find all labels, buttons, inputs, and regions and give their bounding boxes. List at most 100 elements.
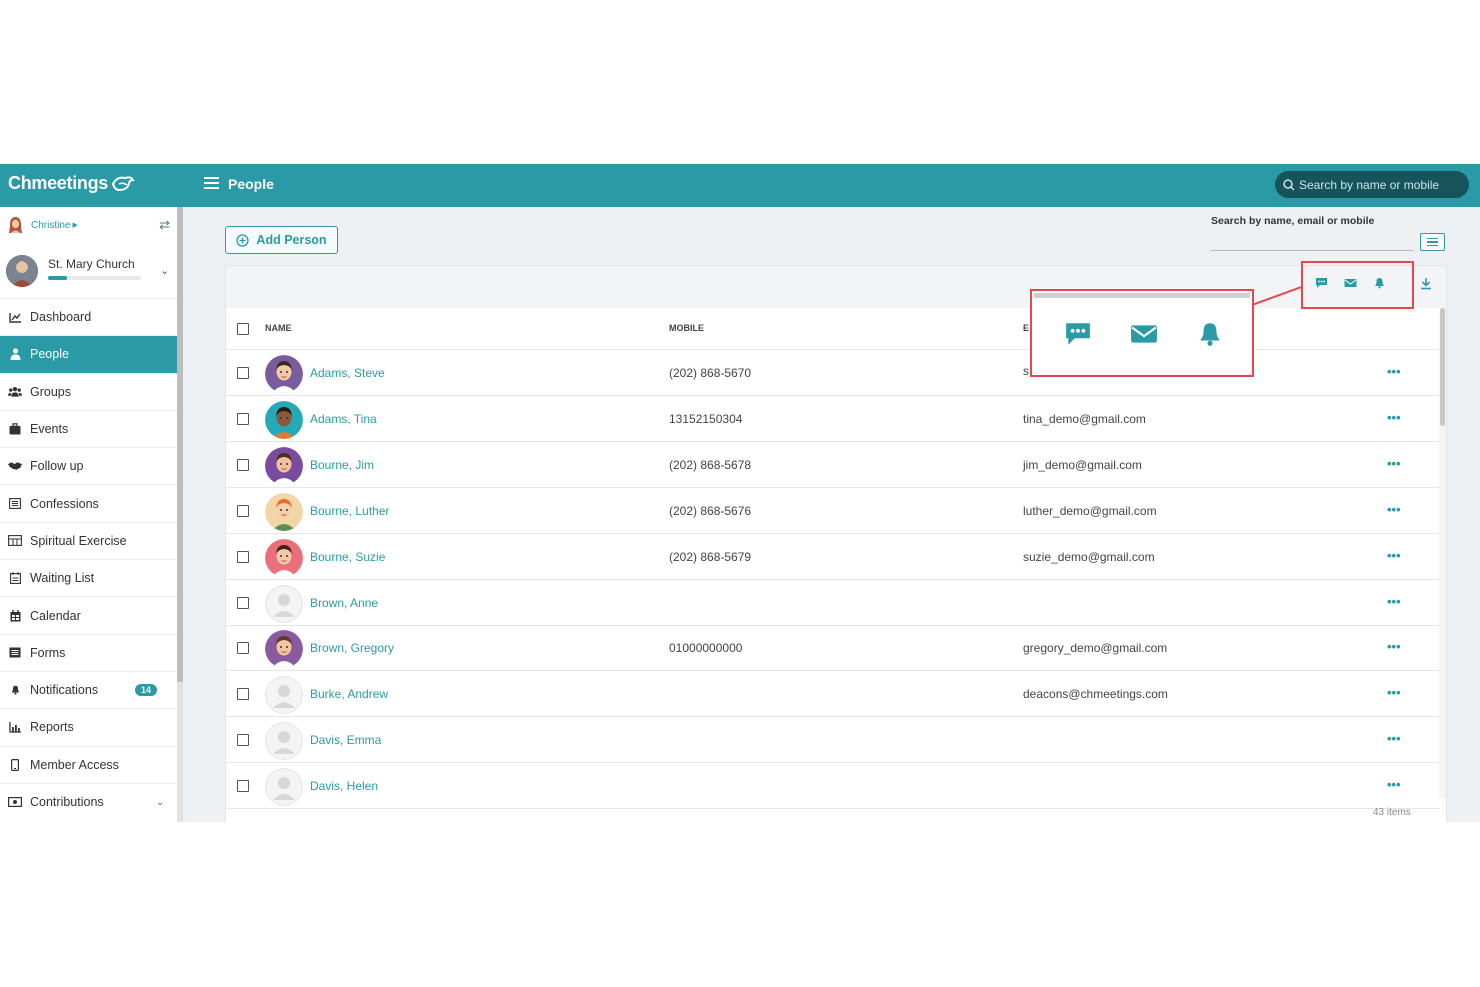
table-row[interactable]: Bourne, Luther (202) 868-5676 luther_demo@… [226, 488, 1440, 534]
chevron-down-icon[interactable]: ⌄ [160, 264, 169, 277]
sidebar-item-groups[interactable]: Groups [0, 372, 177, 410]
row-menu-icon[interactable]: ••• [1387, 364, 1401, 379]
row-menu-icon[interactable]: ••• [1387, 456, 1401, 471]
row-menu-icon[interactable]: ••• [1387, 639, 1401, 654]
hamburger-menu-icon[interactable] [204, 177, 219, 190]
table-row[interactable]: Burke, Andrew deacons@chmeetings.com ••• [226, 671, 1440, 718]
user-switcher[interactable]: Christine ▶ ⇄ [8, 215, 170, 235]
filter-button[interactable] [1420, 233, 1445, 251]
avatar[interactable] [265, 538, 303, 577]
table-row[interactable]: Davis, Emma ••• [226, 717, 1440, 764]
add-person-button[interactable]: Add Person [225, 226, 338, 254]
row-checkbox[interactable] [237, 642, 249, 655]
email-icon[interactable] [1130, 321, 1158, 347]
sidebar-item-label: Contributions [30, 795, 104, 809]
avatar[interactable] [265, 492, 303, 531]
person-mobile: (202) 868-5670 [669, 366, 752, 380]
avatar[interactable] [265, 355, 303, 393]
avatar[interactable] [265, 722, 303, 761]
sidebar-item-waiting-list[interactable]: Waiting List [0, 559, 177, 596]
sidebar-item-member-access[interactable]: Member Access [0, 745, 177, 783]
row-menu-icon[interactable]: ••• [1387, 502, 1401, 517]
column-email[interactable]: E [1023, 323, 1029, 333]
bell-icon[interactable] [1196, 321, 1224, 347]
person-name-link[interactable]: Adams, Steve [310, 366, 385, 380]
person-name-link[interactable]: Brown, Gregory [310, 641, 394, 655]
person-name-link[interactable]: Brown, Anne [310, 596, 378, 610]
person-name-link[interactable]: Burke, Andrew [310, 687, 388, 701]
items-count: 43 items [1373, 807, 1411, 818]
row-checkbox[interactable] [237, 688, 249, 701]
calendar-icon [8, 609, 22, 622]
table-row[interactable]: Adams, Tina 13152150304 tina_demo@gmail.co… [226, 396, 1440, 442]
person-name-link[interactable]: Davis, Helen [310, 779, 378, 793]
row-menu-icon[interactable]: ••• [1387, 685, 1401, 700]
sidebar-item-events[interactable]: Events [0, 409, 177, 447]
highlight-box [1301, 261, 1414, 309]
sidebar-item-contributions[interactable]: Contributions ⌄ [0, 782, 177, 820]
sidebar-item-label: Reports [30, 720, 74, 735]
sidebar-item-forms[interactable]: Forms [0, 633, 177, 671]
avatar[interactable] [265, 768, 303, 807]
person-name-link[interactable]: Bourne, Luther [310, 504, 389, 518]
row-checkbox[interactable] [237, 734, 249, 747]
row-menu-icon[interactable]: ••• [1387, 777, 1401, 792]
table-row[interactable]: Brown, Anne ••• [226, 580, 1440, 626]
download-icon[interactable] [1420, 277, 1432, 290]
sidebar-item-people[interactable]: People [0, 335, 177, 373]
sidebar-item-dashboard[interactable]: Dashboard [0, 298, 177, 335]
table-row[interactable]: Adams, Steve (202) 868-5670 s ••• [226, 350, 1440, 396]
avatar[interactable] [265, 630, 303, 669]
table-row[interactable]: Bourne, Suzie (202) 868-5679 suzie_demo@gm… [226, 534, 1440, 580]
row-menu-icon[interactable]: ••• [1387, 410, 1401, 425]
row-checkbox[interactable] [237, 504, 249, 517]
avatar[interactable] [265, 446, 303, 485]
row-menu-icon[interactable]: ••• [1387, 594, 1401, 609]
avatar[interactable] [265, 676, 303, 715]
column-name[interactable]: NAME [265, 323, 292, 333]
table-scrollbar[interactable] [1439, 308, 1446, 798]
sidebar-item-calendar[interactable]: Calendar [0, 596, 177, 633]
row-checkbox[interactable] [237, 412, 249, 425]
row-checkbox[interactable] [237, 367, 249, 379]
row-checkbox[interactable] [237, 780, 249, 793]
select-all-checkbox[interactable] [237, 323, 249, 335]
search-field[interactable] [1210, 250, 1414, 251]
row-menu-icon[interactable]: ••• [1387, 548, 1401, 563]
sidebar-item-label: Spiritual Exercise [30, 533, 127, 548]
sidebar-item-follow-up[interactable]: Follow up [0, 447, 177, 484]
table-row[interactable]: Brown, Gregory 01000000000 gregory_demo@gm… [226, 625, 1440, 672]
row-checkbox[interactable] [237, 550, 249, 563]
bar-chart-icon [8, 721, 22, 733]
avatar[interactable] [265, 400, 303, 439]
avatar[interactable] [265, 584, 303, 623]
sidebar-item-notifications[interactable]: Notifications 14 [0, 670, 177, 708]
person-email: deacons@chmeetings.com [1023, 687, 1168, 702]
sidebar-item-confessions[interactable]: Confessions [0, 484, 177, 521]
sidebar: Christine ▶ ⇄ St. Mary Church ⌄ Dashboar… [0, 207, 177, 822]
person-email: tina_demo@gmail.com [1023, 411, 1146, 426]
row-checkbox[interactable] [237, 458, 249, 471]
top-search-input[interactable]: Search by name or mobile [1275, 171, 1469, 198]
search-icon [1283, 178, 1295, 191]
sms-icon[interactable] [1064, 321, 1092, 347]
sidebar-item-reports[interactable]: Reports [0, 708, 177, 745]
logo[interactable]: Chmeetings [8, 173, 135, 194]
chevron-down-icon[interactable]: ⌄ [156, 797, 164, 808]
person-name-link[interactable]: Davis, Emma [310, 733, 381, 747]
sidebar-item-spiritual-exercise[interactable]: Spiritual Exercise [0, 521, 177, 559]
person-name-link[interactable]: Bourne, Suzie [310, 550, 385, 564]
person-name-link[interactable]: Adams, Tina [310, 412, 377, 426]
church-selector[interactable]: St. Mary Church ⌄ [6, 252, 176, 290]
sidebar-item-label: Confessions [30, 496, 99, 511]
row-menu-icon[interactable]: ••• [1387, 731, 1401, 746]
swap-icon[interactable]: ⇄ [159, 217, 170, 233]
table-row[interactable]: Bourne, Jim (202) 868-5678 jim_demo@gmail.… [226, 442, 1440, 488]
table-row[interactable]: Davis, Helen ••• [226, 763, 1440, 810]
person-name-link[interactable]: Bourne, Jim [310, 458, 374, 472]
column-mobile[interactable]: MOBILE [669, 323, 704, 333]
sidebar-scrollbar[interactable] [177, 207, 183, 822]
form-icon [8, 647, 22, 659]
top-bar: Chmeetings People Search by name or mobi… [0, 164, 1480, 207]
row-checkbox[interactable] [237, 596, 249, 609]
